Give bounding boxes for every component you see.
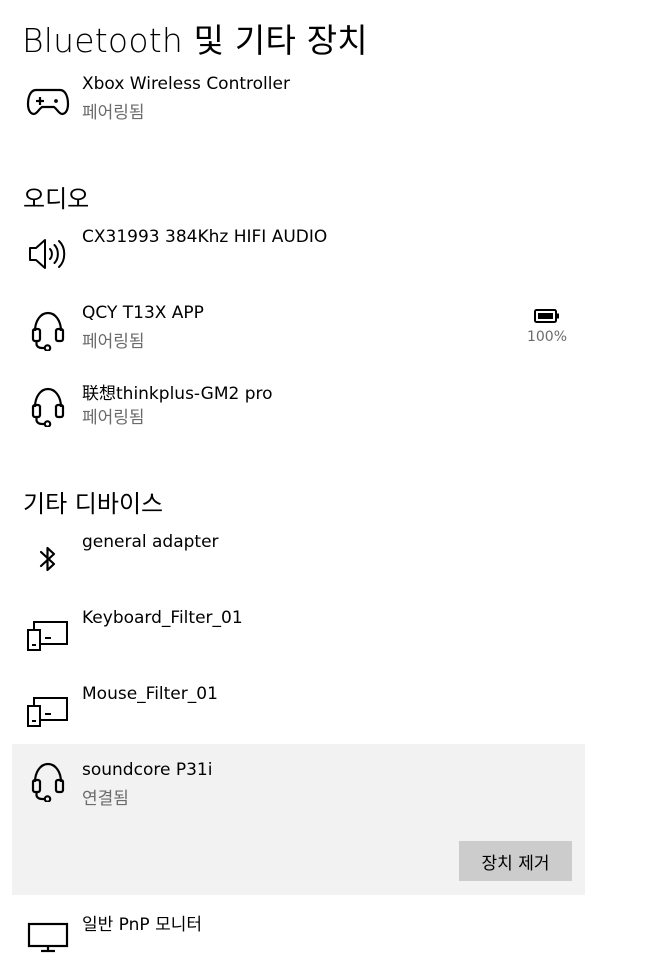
device-icon [24,690,72,732]
device-name: soundcore P31i [82,760,213,780]
device-icon [24,614,72,656]
device-name: Xbox Wireless Controller [82,74,290,94]
device-qcy-t13x[interactable]: QCY T13X APP 페어링됨 100% [12,303,585,369]
device-status: 연결됨 [82,789,129,809]
device-xbox-controller[interactable]: Xbox Wireless Controller 페어링됨 [12,74,585,140]
headset-icon [24,309,72,351]
device-mouse-filter[interactable]: Mouse_Filter_01 [12,684,585,750]
battery-icon [534,309,559,323]
monitor-icon [24,916,72,958]
speaker-icon [24,233,72,275]
device-status: 페어링됨 [82,103,145,123]
headset-icon [24,760,72,802]
gamepad-icon [24,80,72,122]
section-title-other-devices: 기타 디바이스 [23,490,164,518]
device-general-adapter[interactable]: general adapter [12,532,585,598]
device-name: QCY T13X APP [82,303,204,323]
device-cx31993-audio[interactable]: CX31993 384Khz HIFI AUDIO [12,227,585,293]
headset-icon [24,385,72,427]
device-name: general adapter [82,532,219,552]
battery-percentage: 100% [526,329,568,345]
device-name: Keyboard_Filter_01 [82,608,243,628]
device-name: 联想thinkplus-GM2 pro [82,384,273,404]
bluetooth-icon [24,538,72,580]
device-name: CX31993 384Khz HIFI AUDIO [82,227,328,247]
device-status: 페어링됨 [82,332,145,352]
device-name: 일반 PnP 모니터 [82,915,202,935]
page-title: Bluetooth 및 기타 장치 [22,21,368,60]
device-generic-pnp-monitor[interactable]: 일반 PnP 모니터 [12,910,585,976]
device-thinkplus-gm2-pro[interactable]: 联想thinkplus-GM2 pro 페어링됨 [12,379,585,445]
device-status: 페어링됨 [82,408,145,428]
section-title-audio: 오디오 [23,185,90,213]
battery-indicator: 100% [522,309,572,345]
remove-device-button[interactable]: 장치 제거 [459,841,572,881]
device-name: Mouse_Filter_01 [82,684,218,704]
device-keyboard-filter[interactable]: Keyboard_Filter_01 [12,608,585,674]
device-soundcore-p31i[interactable]: soundcore P31i 연결됨 장치 제거 [12,744,585,895]
